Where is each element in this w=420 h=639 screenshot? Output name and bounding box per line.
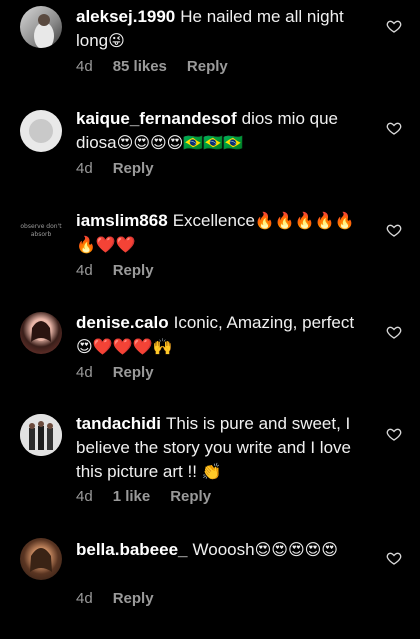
like-heart-icon[interactable]	[386, 324, 402, 340]
like-heart-icon[interactable]	[386, 222, 402, 238]
avatar[interactable]	[20, 110, 62, 152]
comment-emoji: 😍😍😍😍🇧🇷🇧🇷🇧🇷	[116, 133, 244, 152]
comment-username[interactable]: bella.babeee_	[76, 540, 188, 559]
comment-message: Iconic, Amazing, perfect	[173, 313, 355, 332]
comment-meta: 4d 85 likes Reply	[76, 58, 248, 75]
reply-button[interactable]: Reply	[113, 160, 154, 177]
comment-meta: 4d Reply	[76, 590, 174, 607]
likes-count[interactable]: 1 like	[113, 488, 151, 505]
comment-emoji: 👏	[201, 462, 222, 481]
comment-text: aleksej.1990 He nailed me all night long😜	[76, 5, 366, 53]
comment-time: 4d	[76, 160, 93, 177]
likes-count[interactable]: 85 likes	[113, 58, 167, 75]
comment-time: 4d	[76, 58, 93, 75]
comment-emoji: 😍❤️❤️❤️🙌	[76, 337, 173, 356]
reply-button[interactable]: Reply	[170, 488, 211, 505]
avatar-photo-icon	[31, 321, 51, 342]
comment-text: tandachidi This is pure and sweet, I beli…	[76, 412, 366, 484]
comment-meta: 4d Reply	[76, 364, 174, 381]
comment-time: 4d	[76, 488, 93, 505]
avatar-photo-icon	[20, 414, 62, 456]
reply-button[interactable]: Reply	[187, 58, 228, 75]
comment-username[interactable]: denise.calo	[76, 313, 169, 332]
like-heart-icon[interactable]	[386, 426, 402, 442]
comment-message: Excellence	[172, 211, 255, 230]
avatar-photo-icon	[34, 14, 54, 48]
comment-text: bella.babeee_ Wooosh😍😍😍😍😍	[76, 538, 366, 562]
like-heart-icon[interactable]	[386, 18, 402, 34]
comment-username[interactable]: kaique_fernandesof	[76, 109, 237, 128]
comment-time: 4d	[76, 364, 93, 381]
reply-button[interactable]: Reply	[113, 590, 154, 607]
comment-text: denise.calo Iconic, Amazing, perfect😍❤️❤️…	[76, 311, 366, 359]
like-heart-icon[interactable]	[386, 120, 402, 136]
avatar-photo-icon	[30, 548, 52, 572]
reply-button[interactable]: Reply	[113, 364, 154, 381]
avatar-caption: observe don't absorb	[20, 223, 62, 238]
comment-meta: 4d 1 like Reply	[76, 488, 231, 505]
like-heart-icon[interactable]	[386, 550, 402, 566]
reply-button[interactable]: Reply	[113, 262, 154, 279]
avatar[interactable]	[20, 312, 62, 354]
comment-time: 4d	[76, 262, 93, 279]
comment-username[interactable]: aleksej.1990	[76, 7, 175, 26]
default-avatar-icon	[29, 119, 53, 143]
comment-username[interactable]: tandachidi	[76, 414, 161, 433]
comment-emoji: 😜	[108, 31, 125, 50]
avatar[interactable]	[20, 538, 62, 580]
comment-text: iamslim868 Excellence🔥🔥🔥🔥🔥🔥❤️❤️	[76, 209, 366, 257]
comment-text: kaique_fernandesof dios mio que diosa😍😍😍😍…	[76, 107, 366, 155]
avatar[interactable]	[20, 414, 62, 456]
avatar[interactable]: observe don't absorb	[18, 209, 64, 251]
comment-meta: 4d Reply	[76, 160, 174, 177]
avatar[interactable]	[20, 6, 62, 48]
comment-username[interactable]: iamslim868	[76, 211, 168, 230]
comment-time: 4d	[76, 590, 93, 607]
comment-meta: 4d Reply	[76, 262, 174, 279]
comment-emoji: 😍😍😍😍😍	[254, 540, 338, 559]
comment-message: Wooosh	[192, 540, 255, 559]
